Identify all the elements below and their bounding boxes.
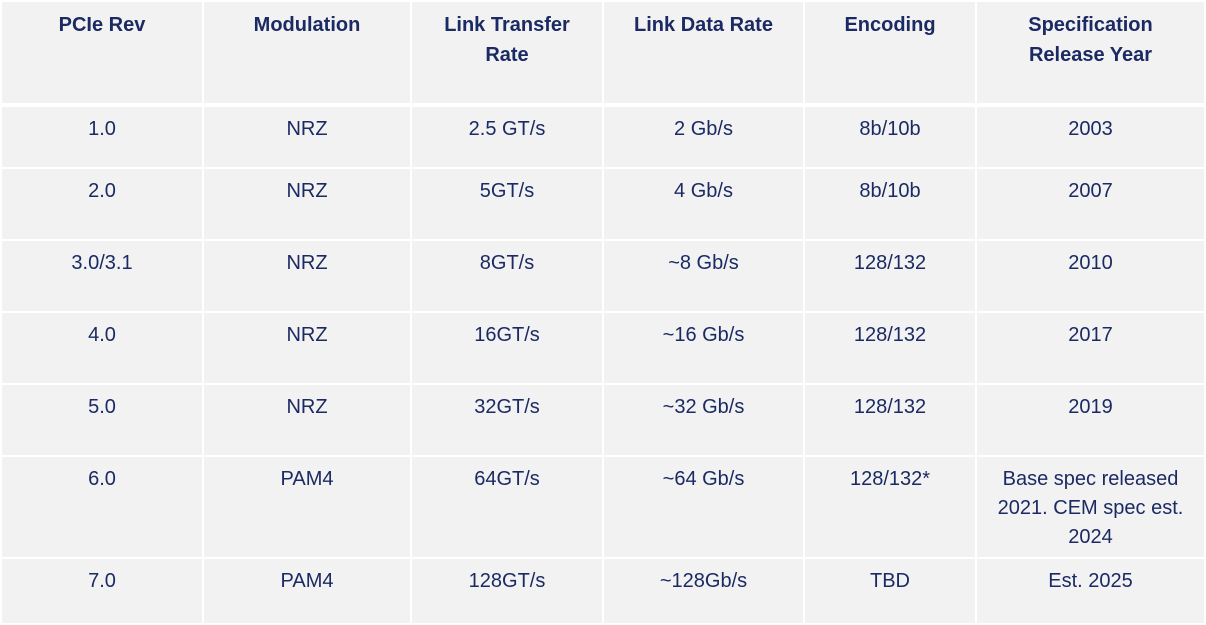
cell-transfer-rate: 32GT/s bbox=[410, 383, 604, 457]
cell-year: 2017 bbox=[975, 311, 1206, 385]
cell-modulation: NRZ bbox=[202, 383, 412, 457]
header-link-transfer-rate: Link Transfer Rate bbox=[410, 0, 604, 107]
cell-encoding: 128/132 bbox=[803, 311, 977, 385]
cell-year: 2019 bbox=[975, 383, 1206, 457]
header-release-year: Specification Release Year bbox=[975, 0, 1206, 107]
cell-transfer-rate: 2.5 GT/s bbox=[410, 104, 604, 169]
cell-data-rate: ~32 Gb/s bbox=[602, 383, 805, 457]
cell-data-rate: 4 Gb/s bbox=[602, 167, 805, 241]
table-row: 4.0 NRZ 16GT/s ~16 Gb/s 128/132 2017 bbox=[0, 311, 1206, 385]
cell-modulation: NRZ bbox=[202, 167, 412, 241]
cell-transfer-rate: 16GT/s bbox=[410, 311, 604, 385]
cell-year: 2010 bbox=[975, 239, 1206, 313]
cell-year: 2003 bbox=[975, 104, 1206, 169]
cell-data-rate: 2 Gb/s bbox=[602, 104, 805, 169]
table-row: 1.0 NRZ 2.5 GT/s 2 Gb/s 8b/10b 2003 bbox=[0, 104, 1206, 169]
table-row: 7.0 PAM4 128GT/s ~128Gb/s TBD Est. 2025 bbox=[0, 557, 1206, 625]
cell-encoding: 8b/10b bbox=[803, 167, 977, 241]
table-row: 3.0/3.1 NRZ 8GT/s ~8 Gb/s 128/132 2010 bbox=[0, 239, 1206, 313]
cell-rev: 5.0 bbox=[0, 383, 204, 457]
header-link-data-rate: Link Data Rate bbox=[602, 0, 805, 107]
cell-data-rate: ~128Gb/s bbox=[602, 557, 805, 625]
header-row: PCIe Rev Modulation Link Transfer Rate L… bbox=[0, 0, 1206, 107]
cell-modulation: NRZ bbox=[202, 311, 412, 385]
cell-modulation: NRZ bbox=[202, 104, 412, 169]
cell-year: Base spec released 2021. CEM spec est. 2… bbox=[975, 455, 1206, 559]
cell-encoding: 8b/10b bbox=[803, 104, 977, 169]
cell-modulation: PAM4 bbox=[202, 455, 412, 559]
table-row: 5.0 NRZ 32GT/s ~32 Gb/s 128/132 2019 bbox=[0, 383, 1206, 457]
cell-encoding: 128/132 bbox=[803, 383, 977, 457]
cell-rev: 7.0 bbox=[0, 557, 204, 625]
header-modulation: Modulation bbox=[202, 0, 412, 107]
cell-transfer-rate: 8GT/s bbox=[410, 239, 604, 313]
cell-rev: 1.0 bbox=[0, 104, 204, 169]
cell-transfer-rate: 5GT/s bbox=[410, 167, 604, 241]
cell-encoding: TBD bbox=[803, 557, 977, 625]
cell-rev: 4.0 bbox=[0, 311, 204, 385]
cell-modulation: PAM4 bbox=[202, 557, 412, 625]
cell-rev: 3.0/3.1 bbox=[0, 239, 204, 313]
cell-transfer-rate: 64GT/s bbox=[410, 455, 604, 559]
cell-rev: 6.0 bbox=[0, 455, 204, 559]
cell-year: 2007 bbox=[975, 167, 1206, 241]
cell-rev: 2.0 bbox=[0, 167, 204, 241]
cell-encoding: 128/132 bbox=[803, 239, 977, 313]
cell-encoding: 128/132* bbox=[803, 455, 977, 559]
table-row: 2.0 NRZ 5GT/s 4 Gb/s 8b/10b 2007 bbox=[0, 167, 1206, 241]
header-pcie-rev: PCIe Rev bbox=[0, 0, 204, 107]
cell-transfer-rate: 128GT/s bbox=[410, 557, 604, 625]
table-row: 6.0 PAM4 64GT/s ~64 Gb/s 128/132* Base spec r… bbox=[0, 455, 1206, 559]
cell-data-rate: ~16 Gb/s bbox=[602, 311, 805, 385]
cell-modulation: NRZ bbox=[202, 239, 412, 313]
cell-data-rate: ~64 Gb/s bbox=[602, 455, 805, 559]
cell-year: Est. 2025 bbox=[975, 557, 1206, 625]
cell-data-rate: ~8 Gb/s bbox=[602, 239, 805, 313]
header-encoding: Encoding bbox=[803, 0, 977, 107]
pcie-revisions-table: PCIe Rev Modulation Link Transfer Rate L… bbox=[0, 0, 1206, 625]
